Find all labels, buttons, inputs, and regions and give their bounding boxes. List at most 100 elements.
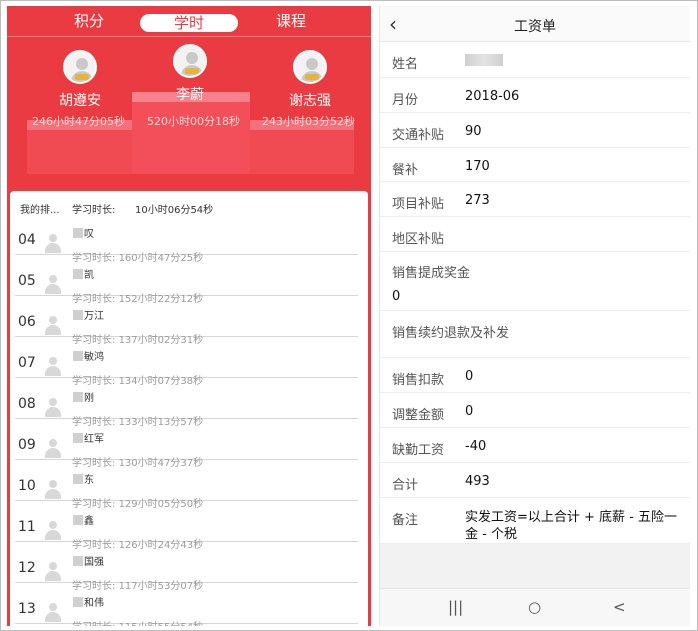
study-time: 学习时长: 160小时47分25秒 [72, 249, 203, 264]
blurred-name-part [73, 474, 83, 484]
avatar [63, 50, 97, 84]
podium-third [250, 120, 354, 174]
time-prefix: 学习时长: [72, 458, 116, 469]
user-name: 国强 [73, 553, 104, 568]
time-prefix: 学习时长: [72, 294, 116, 305]
field-row: 项目补贴 273 [380, 182, 690, 217]
user-name-text: 东 [84, 475, 94, 486]
user-name-text: 红军 [84, 434, 104, 445]
podium-user-second[interactable]: 胡遵安 [40, 50, 120, 110]
time-value: 126小时24分43秒 [118, 540, 204, 551]
field-value: 493 [465, 474, 490, 489]
tab-divider [7, 36, 371, 37]
field-label: 月份 [392, 93, 419, 108]
rank-number: 11 [18, 519, 36, 535]
study-time: 学习时长: 137小时02分31秒 [72, 331, 203, 346]
field-value: 实发工资=以上合计 + 底薪 - 五险一金 - 个税 [465, 510, 678, 542]
user-name: 凯 [73, 266, 94, 281]
list-item[interactable]: 13 和伟学习时长: 115小时55分54秒 [10, 592, 368, 626]
tab-points[interactable]: 积分 [59, 11, 119, 31]
field-value: 0 [465, 404, 474, 419]
payslip-panel: ‹ 工资单 姓名 月份 2018-06 交通补贴 90 餐补 170 项目补贴 273 地区补贴销… [379, 6, 690, 626]
blurred-name-part [73, 310, 83, 320]
field-row: 地区补贴 [380, 217, 690, 252]
study-time: 学习时长: 133小时13分57秒 [72, 413, 203, 428]
tab-study-hours[interactable]: 学时 [140, 14, 238, 32]
list-item[interactable]: 05 凯学习时长: 152小时22分12秒 [10, 264, 368, 305]
time-prefix: 学习时长: [72, 499, 116, 510]
time-prefix: 学习时长: [72, 622, 115, 626]
ranking-list: 我的排... 学习时长: 10小时06分54秒 04 叹学习时长: 160小时47… [10, 191, 368, 626]
blurred-name-part [73, 556, 83, 566]
back-icon[interactable]: < [613, 598, 626, 616]
blurred-name-part [73, 597, 83, 607]
list-item[interactable]: 06 万江 学习时长: 137小时02分31秒 [10, 305, 368, 346]
home-icon[interactable]: ○ [528, 598, 541, 616]
time-value: 137小时02分31秒 [118, 335, 204, 346]
rank-number: 08 [18, 396, 36, 412]
user-name-text: 叹 [84, 229, 94, 240]
podium-name: 胡遵安 [59, 93, 101, 109]
nav-bar: ‹ 工资单 [380, 6, 690, 42]
field-value: 170 [465, 159, 490, 174]
avatar [173, 44, 207, 78]
rank-number: 09 [18, 437, 36, 453]
list-item[interactable]: 10 东学习时长: 129小时05分50秒 [10, 469, 368, 510]
time-value: 134小时07分38秒 [118, 376, 204, 387]
list-item[interactable]: 09 红军学习时长: 130小时47分37秒 [10, 428, 368, 469]
blurred-name-part [73, 228, 83, 238]
avatar [43, 561, 63, 581]
field-label: 交通补贴 [392, 128, 445, 143]
study-time: 学习时长: 134小时07分38秒 [72, 372, 203, 387]
user-name-text: 鑫 [84, 516, 94, 527]
recents-icon[interactable]: ||| [448, 598, 463, 616]
list-item[interactable]: 08 刚学习时长: 133小时13分57秒 [10, 387, 368, 428]
user-name-text: 万江 [84, 311, 104, 322]
study-time: 学习时长: 117小时53分07秒 [72, 577, 203, 592]
user-name: 敏鸿 [73, 348, 104, 363]
time-prefix: 学习时长: [72, 376, 116, 387]
my-rank-row: 我的排... 学习时长: 10小时06分54秒 [10, 191, 368, 223]
time-prefix: 学习时长: [72, 417, 116, 428]
my-rank-label: 我的排... [20, 205, 60, 216]
user-name-text: 和伟 [84, 598, 104, 609]
field-value: 0 [392, 289, 401, 304]
rank-number: 07 [18, 355, 36, 371]
user-name-text: 刚 [84, 393, 94, 404]
field-row: 调整金额 0 [380, 393, 690, 428]
field-row: 销售提成奖金 0 [380, 252, 690, 311]
study-time: 学习时长: 126小时24分43秒 [72, 536, 203, 551]
time-value: 129小时05分50秒 [118, 499, 204, 510]
avatar [293, 50, 327, 84]
list-item[interactable]: 11 鑫学习时长: 126小时24分43秒 [10, 510, 368, 551]
field-label: 销售提成奖金 [392, 266, 471, 281]
field-row: 月份 2018-06 [380, 78, 690, 113]
field-value: 2018-06 [465, 89, 520, 104]
tab-courses[interactable]: 课程 [261, 11, 321, 31]
podium-time: 520小时00分18秒 [147, 115, 240, 128]
my-time-label: 学习时长: [72, 205, 116, 216]
list-item[interactable]: 04 叹学习时长: 160小时47分25秒 [10, 223, 368, 264]
avatar [43, 397, 63, 417]
time-prefix: 学习时长: [72, 581, 116, 592]
field-value: -40 [465, 439, 487, 454]
podium-user-first[interactable]: 李蔚 [150, 44, 230, 104]
study-time: 学习时长: 130小时47分37秒 [72, 454, 203, 469]
blurred-name-part [73, 433, 83, 443]
list-item[interactable]: 07 敏鸿学习时长: 134小时07分38秒 [10, 346, 368, 387]
blurred-name-part [73, 269, 83, 279]
study-time: 学习时长: 115小时55分54秒 [72, 618, 203, 626]
field-row: 缺勤工资 -40 [380, 428, 690, 463]
field-row: 合计 493 [380, 463, 690, 498]
list-item[interactable]: 12 国强 学习时长: 117小时53分07秒 [10, 551, 368, 592]
user-name-text: 敏鸿 [84, 352, 104, 363]
field-value: 0 [465, 369, 474, 384]
podium-user-third[interactable]: 谢志强 [270, 50, 350, 110]
field-label: 销售续约退款及补发 [392, 326, 510, 341]
blurred-name-part [73, 515, 83, 525]
podium-name: 谢志强 [289, 93, 331, 109]
field-row: 姓名 [380, 42, 690, 78]
time-value: 160小时47分25秒 [118, 253, 204, 264]
field-label: 调整金额 [392, 408, 445, 423]
user-name: 东 [73, 471, 94, 486]
